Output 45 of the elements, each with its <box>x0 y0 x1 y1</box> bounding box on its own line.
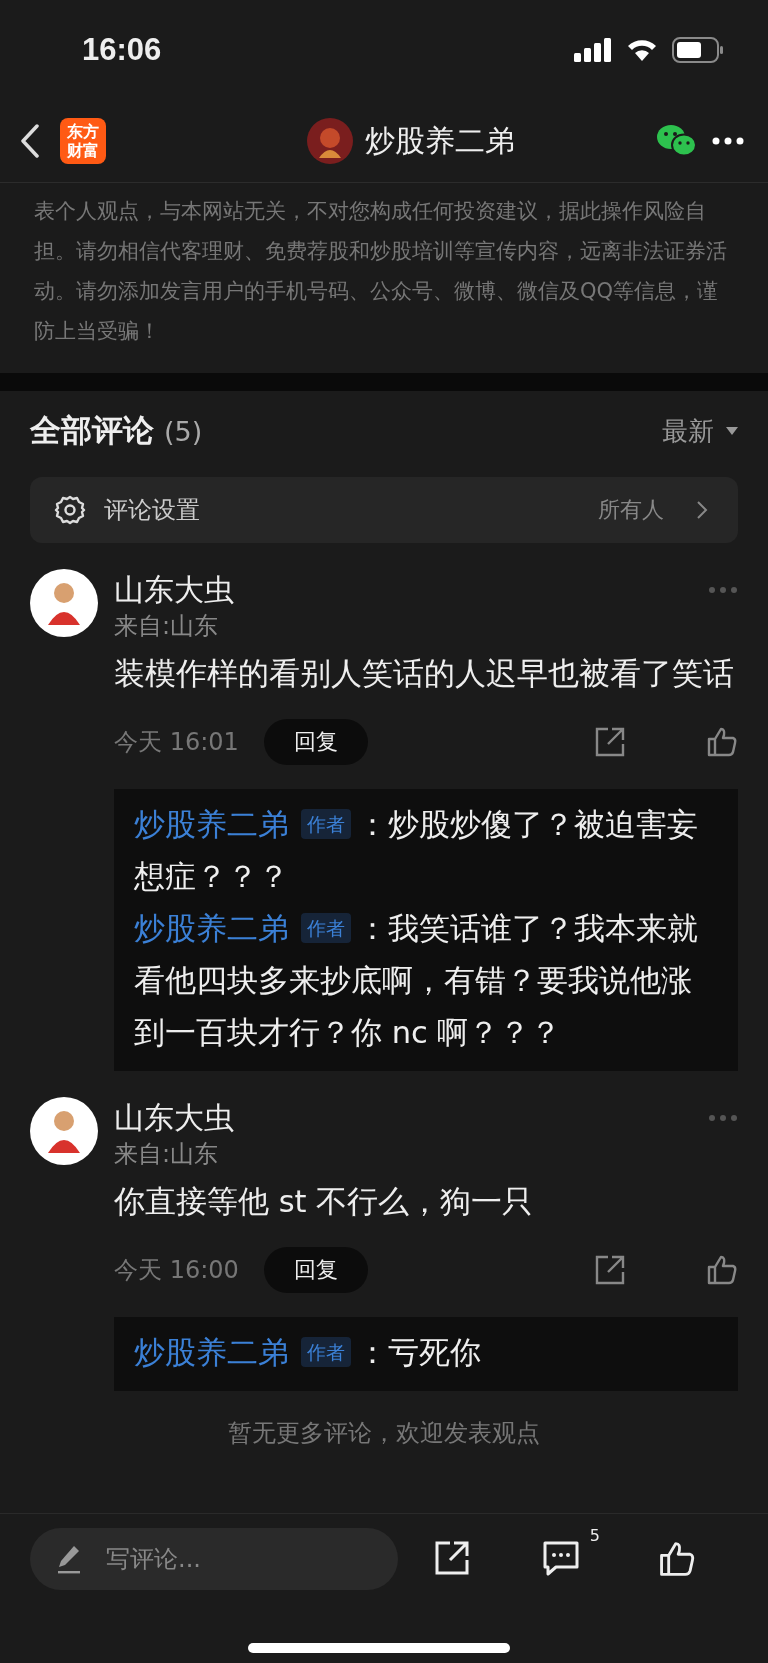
battery-icon <box>672 37 724 63</box>
pencil-icon <box>56 1544 82 1574</box>
chevron-icon <box>696 500 708 520</box>
commenter-location: 来自:山东 <box>114 1139 220 1169</box>
settings-value: 所有人 <box>598 496 664 524</box>
commenter-location: 来自:山东 <box>114 611 220 641</box>
settings-icon <box>54 494 86 526</box>
reply-button[interactable]: 回复 <box>264 1247 368 1293</box>
reply-author-link[interactable]: 炒股养二弟 <box>134 911 289 946</box>
caret-icon <box>726 427 738 435</box>
nav-title: 炒股养二弟 <box>365 121 515 160</box>
disclaimer-text: 表个人观点，与本网站无关，不对您构成任何投资建议，据此操作风险自担。请勿相信代客理财、免费荐股和炒股培训等宣传内容，远离非法证券活动。请勿添加发言用户的手机号码、公众号、微博、微信及QQ等信息，谨防上当受骗！ <box>33 198 728 345</box>
more-icon[interactable] <box>712 137 744 145</box>
reply-author-link[interactable]: 炒股养二弟 <box>134 807 289 842</box>
avatar <box>307 118 353 164</box>
comment-count-label: 5 <box>589 1526 600 1545</box>
commenter-name[interactable]: 山东大虫 <box>114 569 234 611</box>
comment-time: 今天 16:00 <box>114 1255 240 1286</box>
comment-text: 你直接等他 st 不行么，狗一只 <box>114 1183 535 1221</box>
status-time: 16:06 <box>82 32 162 68</box>
comment-time: 今天 16:01 <box>114 727 240 758</box>
like-icon[interactable] <box>658 1540 696 1578</box>
author-badge: 作者 <box>301 809 351 839</box>
settings-label: 评论设置 <box>104 495 201 526</box>
reply-text: 炒股养二弟 作者 ：亏死你 <box>134 1334 482 1372</box>
back-icon[interactable] <box>20 124 40 158</box>
comment-text: 装模作样的看别人笑话的人迟早也被看了笑话 <box>114 655 735 693</box>
no-more-comments-text: 暂无更多评论，欢迎发表观点 <box>227 1418 541 1449</box>
commenter-name[interactable]: 山东大虫 <box>114 1097 234 1139</box>
wifi-icon <box>626 38 658 62</box>
reply-text: 炒股养二弟 作者 ：炒股炒傻了？被迫害妄想症？？？ <box>134 806 699 896</box>
comments-title: 全部评论 <box>30 411 154 450</box>
author-badge: 作者 <box>301 913 351 943</box>
comment-settings-row[interactable]: 评论设置 所有人 <box>30 477 738 543</box>
reply-button[interactable]: 回复 <box>264 719 368 765</box>
comment-icon[interactable] <box>542 1540 580 1576</box>
author-badge: 作者 <box>301 1337 351 1367</box>
reply-text: 炒股养二弟 作者 ：我笑话谁了？我本来就看他四块多来抄底啊，有错？要我说他涨到一百块才行？你 nc 啊？？？ <box>134 910 699 1052</box>
comment-input[interactable]: 写评论... <box>30 1528 398 1590</box>
avatar <box>30 1097 98 1165</box>
comments-count: (5) <box>164 416 203 447</box>
avatar <box>30 569 98 637</box>
reply-author-link[interactable]: 炒股养二弟 <box>134 1335 289 1370</box>
signal-icon <box>574 38 612 62</box>
sort-dropdown[interactable]: 最新 <box>662 413 738 449</box>
